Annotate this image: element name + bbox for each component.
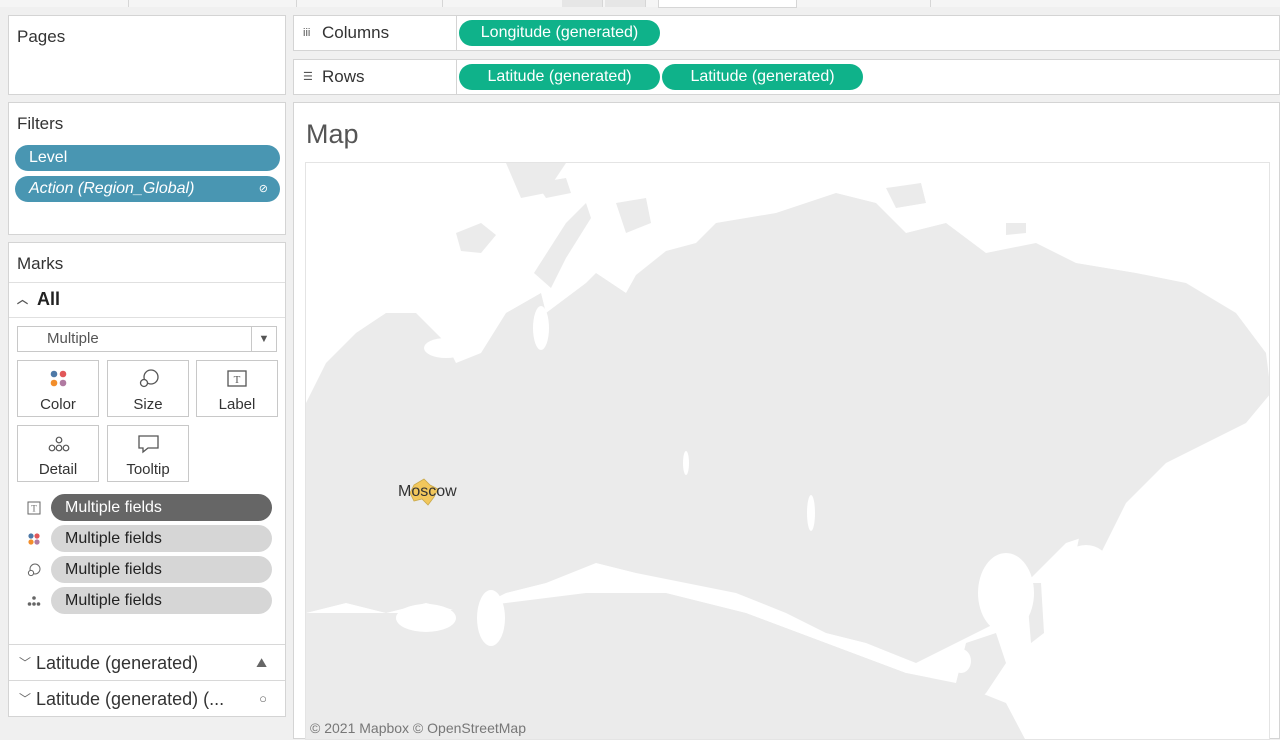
marks-field-pill-color[interactable]: Multiple fields: [51, 525, 272, 552]
marks-all-divider: [9, 317, 285, 318]
top-toolbar-strip: [0, 0, 1280, 8]
marks-title: Marks: [17, 254, 64, 273]
worksheet-title: Map: [306, 119, 359, 149]
detail-icon: [48, 436, 70, 452]
columns-icon: iii: [303, 27, 311, 39]
filter-pill-action[interactable]: Action (Region_Global) ⊘: [15, 176, 280, 202]
chevron-down-icon: ﹀: [19, 692, 32, 706]
columns-shelf-label: iii Columns: [294, 16, 457, 50]
link-icon: ⊘: [258, 183, 268, 195]
marks-panel[interactable]: Marks ︿ All Multiple ▼ Color Size T Labe…: [8, 242, 286, 717]
pill-label: Latitude (generated): [690, 68, 835, 85]
layer-label: Latitude (generated) (...: [36, 689, 225, 709]
detail-icon: [27, 596, 41, 606]
svg-text:T: T: [234, 374, 241, 386]
pill-label: Latitude (generated): [487, 68, 632, 85]
size-button[interactable]: Size: [107, 360, 189, 417]
color-button-label: Color: [40, 396, 76, 413]
field-pill-label: Multiple fields: [65, 530, 162, 547]
label-button-label: Label: [218, 396, 256, 413]
mark-type-dropdown[interactable]: Multiple ▼: [17, 326, 277, 352]
filter-pill-label: Level: [29, 149, 68, 166]
svg-text:T: T: [31, 504, 37, 514]
field-pill-label: Multiple fields: [65, 561, 162, 578]
color-button[interactable]: Color: [17, 360, 99, 417]
filter-pill-level[interactable]: Level: [15, 145, 280, 171]
tooltip-icon: [138, 435, 159, 454]
label-button[interactable]: T Label: [196, 360, 278, 417]
row-pill-latitude-2[interactable]: Latitude (generated): [662, 64, 863, 90]
marks-all-label: All: [37, 289, 61, 309]
map-view[interactable]: Moscow © 2021 Mapbox © OpenStreetMap: [305, 162, 1270, 740]
map-icon: ⛰: [256, 655, 267, 670]
map-label-moscow: Moscow: [398, 483, 457, 500]
marks-field-pill-size[interactable]: Multiple fields: [51, 556, 272, 583]
rows-shelf[interactable]: ☰ Rows Latitude (generated) Latitude (ge…: [293, 59, 1280, 95]
filter-pill-label: Action (Region_Global): [29, 180, 195, 197]
detail-button-label: Detail: [38, 461, 78, 478]
marks-layer-latitude-1[interactable]: ﹀ Latitude (generated) ⛰: [9, 645, 277, 681]
size-icon: [27, 563, 41, 577]
columns-shelf[interactable]: iii Columns Longitude (generated): [293, 15, 1280, 51]
filters-title: Filters: [17, 114, 64, 133]
chevron-up-icon: ︿: [17, 294, 28, 306]
size-button-label: Size: [133, 396, 163, 413]
column-pill-longitude[interactable]: Longitude (generated): [459, 20, 660, 46]
row-pill-latitude-1[interactable]: Latitude (generated): [459, 64, 660, 90]
pill-label: Longitude (generated): [480, 24, 639, 41]
marks-field-pill-text[interactable]: Multiple fields: [51, 494, 272, 521]
text-icon: T: [27, 501, 41, 515]
marks-section-divider: [9, 282, 285, 283]
tooltip-button[interactable]: Tooltip: [107, 425, 189, 482]
rows-shelf-label: ☰ Rows: [294, 60, 457, 94]
field-pill-label: Multiple fields: [65, 499, 162, 516]
marks-field-pill-detail[interactable]: Multiple fields: [51, 587, 272, 614]
color-dots-icon: [50, 370, 67, 387]
chevron-down-icon[interactable]: ▼: [251, 327, 276, 351]
marks-layer-latitude-2[interactable]: ﹀ Latitude (generated) (... ○: [9, 681, 277, 717]
pages-title: Pages: [17, 27, 66, 46]
size-icon: [139, 369, 159, 388]
color-dots-icon: [28, 533, 40, 545]
detail-button[interactable]: Detail: [17, 425, 99, 482]
filters-panel[interactable]: Filters Level Action (Region_Global) ⊘: [8, 102, 286, 235]
map-attribution: © 2021 Mapbox © OpenStreetMap: [310, 720, 526, 736]
map-basemap: [306, 163, 1269, 739]
pages-panel[interactable]: Pages: [8, 15, 286, 95]
chevron-down-icon: ﹀: [19, 656, 32, 670]
layer-label: Latitude (generated): [36, 653, 199, 673]
marks-all-header[interactable]: ︿ All: [17, 289, 60, 313]
worksheet-view[interactable]: Map Moscow © 2021 Mapbox © OpenStreetMap: [293, 102, 1280, 740]
rows-icon: ☰: [303, 71, 313, 83]
mark-type-value: Multiple: [47, 330, 99, 347]
tooltip-button-label: Tooltip: [126, 461, 170, 478]
circle-icon: ○: [259, 691, 267, 706]
text-icon: T: [227, 370, 247, 387]
field-pill-label: Multiple fields: [65, 592, 162, 609]
